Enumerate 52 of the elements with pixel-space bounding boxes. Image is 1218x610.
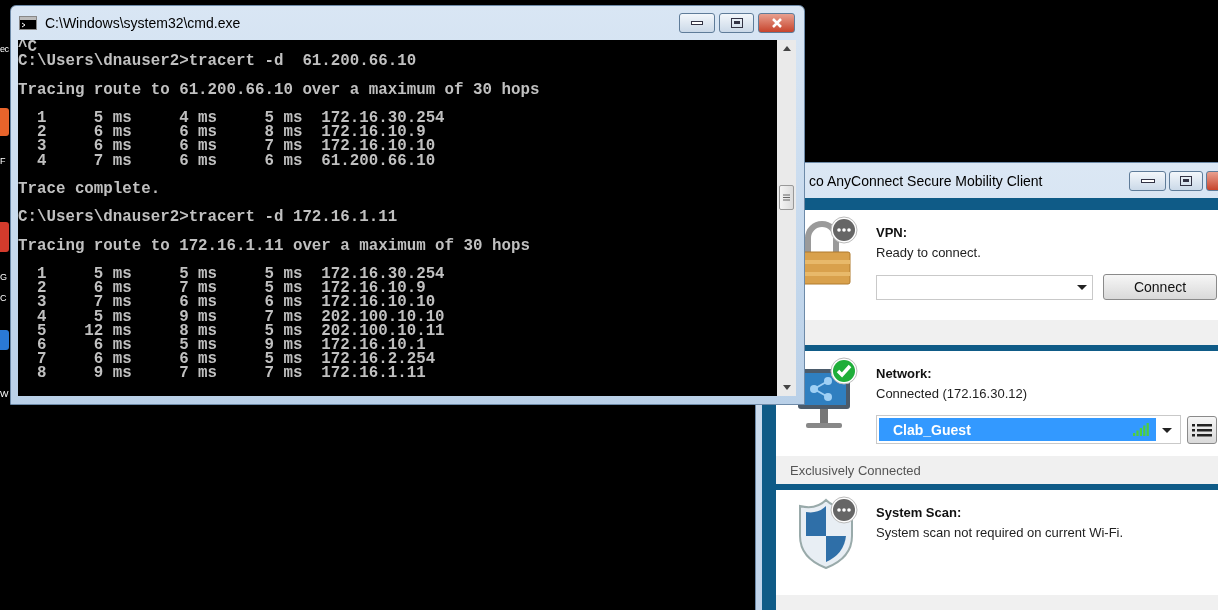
console-line: 2 6 ms 7 ms 5 ms 172.16.10.9: [35, 281, 426, 296]
minimize-button[interactable]: [1129, 170, 1166, 191]
window-title: C:\Windows\system32\cmd.exe: [45, 15, 241, 31]
desktop-icon-label: C: [0, 292, 6, 304]
desktop-icon-label: G: [0, 271, 7, 283]
console-app-icon: [19, 16, 37, 30]
close-button[interactable]: [758, 13, 795, 33]
scroll-up-icon[interactable]: [782, 46, 791, 51]
console-line: C:\Users\dnauser2>tracert -d 61.200.66.10: [18, 54, 418, 69]
maximize-icon: [730, 18, 743, 28]
desktop-icon-label: ec: [0, 43, 9, 55]
console-line: 5 12 ms 8 ms 5 ms 202.100.10.11: [35, 323, 446, 338]
scroll-thumb[interactable]: [779, 185, 794, 210]
console-line: 1 5 ms 4 ms 5 ms 172.16.30.254: [35, 110, 446, 126]
maximize-icon: [1180, 175, 1192, 186]
window-title: co AnyConnect Secure Mobility Client: [809, 172, 1043, 189]
close-icon: [770, 18, 783, 28]
maximize-button[interactable]: [719, 13, 754, 33]
console-line: 2 6 ms 6 ms 8 ms 172.16.10.9: [35, 125, 426, 140]
console-line: 8 9 ms 7 ms 7 ms 172.16.1.11: [35, 366, 427, 381]
minimize-button[interactable]: [679, 13, 715, 33]
section-heading: VPN:: [876, 225, 908, 240]
status-text: Connected (172.16.30.12): [876, 386, 1028, 401]
maximize-button[interactable]: [1169, 170, 1203, 191]
connect-button[interactable]: Connect: [1103, 274, 1217, 300]
connection-note: Exclusively Connected: [790, 462, 921, 478]
list-button[interactable]: [1187, 415, 1217, 444]
console-line: 4 7 ms 6 ms 6 ms 61.200.66.10: [35, 153, 437, 168]
scrollbar[interactable]: [777, 40, 796, 396]
signal-strength-icon: [1133, 423, 1150, 436]
console-line: 1 5 ms 5 ms 5 ms 172.16.30.254: [35, 267, 446, 282]
network-name: Clab_Guest: [893, 421, 972, 438]
minimize-icon: [1140, 177, 1155, 184]
desktop-icon-label: F: [0, 155, 5, 167]
scroll-down-icon[interactable]: [782, 385, 791, 390]
console-line: Tracing route to 172.16.1.11 over a maximum of 30 hops: [18, 238, 531, 253]
console-line: 7 6 ms 6 ms 5 ms 172.16.2.254: [35, 352, 437, 367]
console-line: C:\Users\dnauser2>tracert -d 172.16.1.11: [18, 210, 399, 225]
status-text: System scan not required on current Wi-Fi.: [876, 525, 1124, 540]
console-line: 3 7 ms 6 ms 6 ms 172.16.10.10: [35, 295, 436, 310]
list-icon: [1192, 422, 1212, 437]
console-line: Trace complete.: [18, 181, 162, 197]
minimize-icon: [691, 20, 703, 26]
console-line: 3 6 ms 6 ms 7 ms 172.16.10.10: [35, 139, 437, 154]
console-line: 6 6 ms 5 ms 9 ms 172.16.10.1: [35, 337, 426, 353]
console-line: Tracing route to 61.200.66.10 over a maximum of 30 hops: [18, 82, 541, 97]
section-heading: Network:: [876, 366, 932, 381]
console-line: ^C: [18, 40, 37, 55]
status-text: Ready to connect.: [876, 245, 981, 260]
desktop-icon-label: W: [0, 388, 8, 400]
section-heading: System Scan:: [876, 505, 962, 520]
console-line: 4 5 ms 9 ms 7 ms 202.100.10.10: [35, 309, 446, 324]
